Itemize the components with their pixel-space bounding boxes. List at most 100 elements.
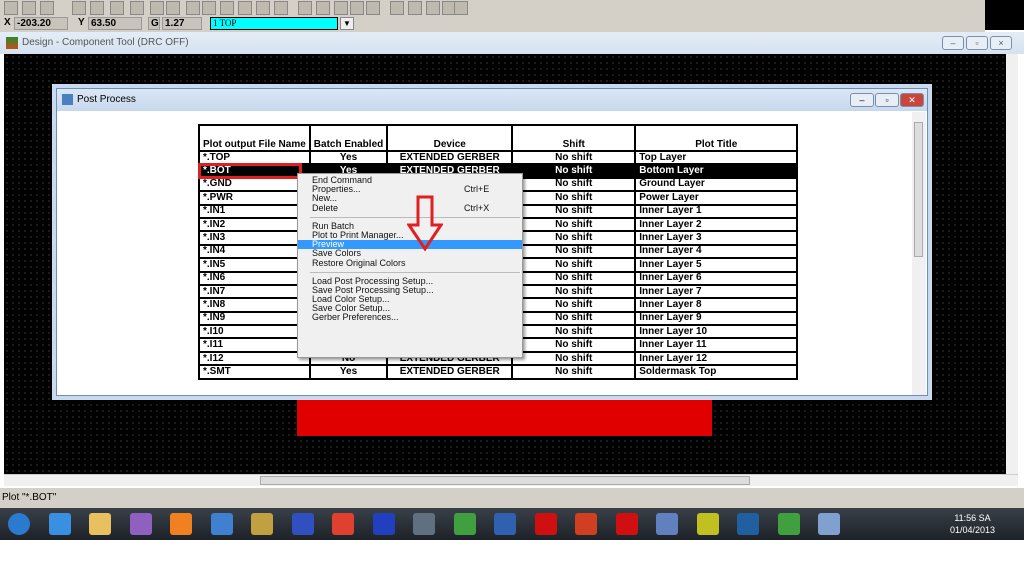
taskbar-app-icon[interactable] (170, 513, 192, 535)
toolbar-button-icon[interactable] (90, 1, 104, 15)
scroll-thumb[interactable] (260, 476, 750, 485)
table-cell[interactable]: Top Layer (634, 149, 799, 166)
toolbar-button-icon[interactable] (366, 1, 380, 15)
scroll-thumb[interactable] (914, 122, 923, 257)
table-cell[interactable]: *.IN4 (198, 243, 311, 260)
table-cell[interactable]: No shift (511, 203, 637, 219)
table-cell[interactable]: Power Layer (634, 190, 799, 206)
maximize-button[interactable]: ▫ (875, 93, 899, 107)
taskbar-app-icon[interactable] (210, 513, 233, 535)
table-cell[interactable]: Inner Layer 7 (634, 283, 799, 300)
table-cell[interactable]: Inner Layer 6 (634, 270, 799, 286)
toolbar-button-icon[interactable] (390, 1, 404, 15)
column-header[interactable]: Shift (511, 124, 637, 152)
minimize-button[interactable]: – (850, 93, 874, 107)
table-cell[interactable]: Inner Layer 1 (634, 203, 799, 219)
table-cell[interactable]: No shift (511, 176, 637, 193)
taskbar-app-icon[interactable] (332, 513, 354, 535)
toolbar-button-icon[interactable] (40, 1, 54, 15)
table-cell[interactable]: Inner Layer 8 (634, 297, 799, 313)
table-cell[interactable]: No shift (511, 297, 637, 313)
table-cell[interactable]: *.IN2 (198, 216, 311, 233)
table-cell[interactable]: No shift (511, 350, 637, 367)
table-cell[interactable]: EXTENDED GERBER (386, 364, 514, 380)
table-cell[interactable]: *.IN7 (198, 283, 311, 300)
table-cell[interactable]: Inner Layer 12 (634, 350, 799, 367)
taskbar-app-icon[interactable] (534, 513, 557, 535)
column-header[interactable]: Plot Title (634, 124, 799, 152)
table-cell[interactable]: Bottom Layer (634, 163, 799, 179)
toolbar-button-icon[interactable] (274, 1, 288, 15)
column-header[interactable]: Plot output File Name (198, 124, 311, 152)
table-cell[interactable]: No shift (511, 283, 637, 300)
table-cell[interactable]: Yes (308, 149, 389, 166)
toolbar-button-icon[interactable] (298, 1, 312, 15)
table-cell[interactable]: *.IN1 (198, 203, 311, 219)
column-header[interactable]: Device (386, 124, 514, 152)
table-cell[interactable]: No shift (511, 310, 637, 327)
table-cell[interactable]: *.IN5 (198, 257, 311, 273)
toolbar-button-icon[interactable] (454, 1, 468, 15)
table-cell[interactable]: Soldermask Top (634, 364, 799, 380)
table-cell[interactable]: *.IN6 (198, 270, 311, 286)
table-cell[interactable]: Inner Layer 4 (634, 243, 799, 260)
toolbar-button-icon[interactable] (238, 1, 252, 15)
table-cell[interactable]: No shift (511, 190, 637, 206)
table-cell[interactable]: No shift (511, 337, 637, 353)
taskbar-app-icon[interactable] (575, 513, 597, 535)
taskbar-app-icon[interactable] (777, 513, 800, 535)
vertical-scrollbar[interactable] (1006, 54, 1018, 474)
table-row[interactable]: *.SMT Yes EXTENDED GERBER No shift Soldermas… (198, 364, 799, 380)
taskbar-app-icon[interactable] (615, 513, 638, 535)
toolbar-button-icon[interactable] (166, 1, 180, 15)
table-cell[interactable]: Ground Layer (634, 176, 799, 193)
table-cell[interactable]: Inner Layer 10 (634, 324, 799, 340)
taskbar-app-icon[interactable] (89, 513, 111, 535)
table-cell[interactable]: *.I10 (198, 324, 311, 340)
taskbar-app-icon[interactable] (453, 513, 476, 535)
chevron-down-icon[interactable]: ▼ (340, 17, 354, 30)
menu-item[interactable]: Gerber Preferences... (298, 313, 522, 322)
taskbar-app-icon[interactable] (372, 513, 395, 535)
table-cell[interactable]: *.I12 (198, 350, 311, 367)
taskbar-app-icon[interactable] (129, 513, 152, 535)
table-cell[interactable]: No shift (511, 149, 637, 166)
table-scrollbar[interactable] (912, 112, 926, 395)
table-cell[interactable]: No shift (511, 257, 637, 273)
toolbar-button-icon[interactable] (426, 1, 440, 15)
taskbar-app-icon[interactable] (737, 513, 759, 535)
table-cell[interactable]: No shift (511, 324, 637, 340)
toolbar-button-icon[interactable] (202, 1, 216, 15)
menu-item[interactable]: Restore Original Colors (298, 258, 522, 268)
taskbar-app-icon[interactable] (413, 513, 435, 535)
toolbar-button-icon[interactable] (186, 1, 200, 15)
table-cell[interactable]: Inner Layer 2 (634, 216, 799, 233)
toolbar-button-icon[interactable] (316, 1, 330, 15)
table-cell[interactable]: Inner Layer 3 (634, 230, 799, 246)
taskbar-app-icon[interactable] (818, 513, 840, 535)
horizontal-scrollbar[interactable] (4, 474, 1018, 486)
taskbar-app-icon[interactable] (251, 513, 273, 535)
table-cell[interactable]: *.SMT (198, 364, 311, 380)
toolbar-button-icon[interactable] (72, 1, 86, 15)
column-header[interactable]: Batch Enabled (308, 124, 389, 152)
table-cell[interactable]: Inner Layer 5 (634, 257, 799, 273)
table-cell[interactable]: No shift (511, 270, 637, 286)
restore-button[interactable]: ▫ (966, 36, 988, 50)
taskbar-app-icon[interactable] (696, 513, 719, 535)
toolbar-button-icon[interactable] (130, 1, 144, 15)
close-button[interactable]: × (990, 36, 1012, 50)
table-cell[interactable]: Yes (308, 364, 389, 380)
toolbar-button-icon[interactable] (110, 1, 124, 15)
toolbar-button-icon[interactable] (256, 1, 270, 15)
toolbar-button-icon[interactable] (150, 1, 164, 15)
table-cell[interactable]: *.IN9 (198, 310, 311, 327)
table-cell[interactable]: *.IN3 (198, 230, 311, 246)
toolbar-button-icon[interactable] (220, 1, 234, 15)
table-cell[interactable]: *.IN8 (198, 297, 311, 313)
toolbar-button-icon[interactable] (22, 1, 36, 15)
toolbar-button-icon[interactable] (408, 1, 422, 15)
table-cell[interactable]: No shift (511, 216, 637, 233)
clock[interactable]: 11:56 SA 01/04/2013 (950, 512, 995, 536)
table-cell[interactable]: No shift (511, 230, 637, 246)
